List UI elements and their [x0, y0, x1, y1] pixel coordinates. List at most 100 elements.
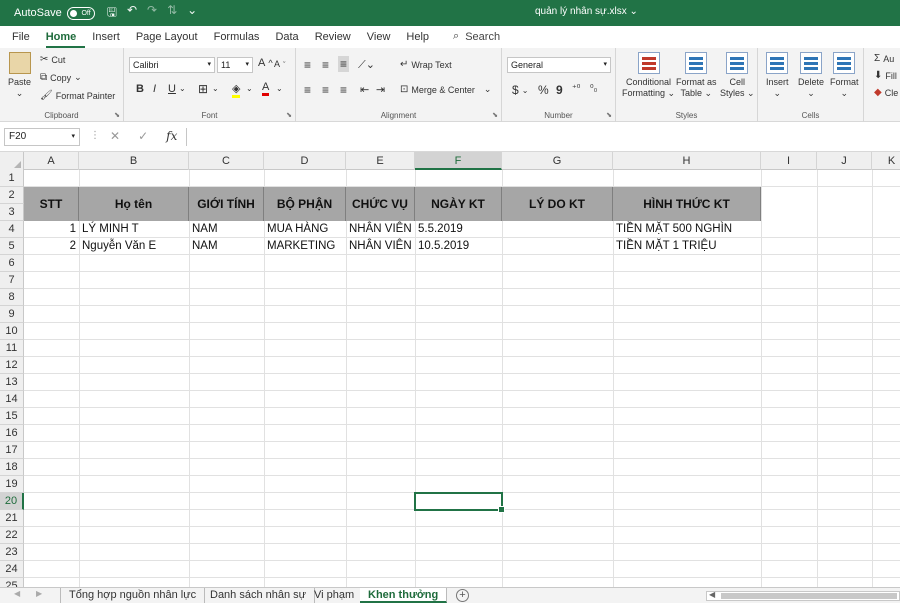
dialog-launcher-icon[interactable]: ⬊ [286, 111, 292, 119]
table-cell[interactable]: 2 [24, 238, 79, 255]
row-header-5[interactable]: 5 [0, 238, 24, 255]
row-header-10[interactable]: 10 [0, 323, 24, 340]
italic-button[interactable]: I [153, 83, 156, 95]
horizontal-scrollbar[interactable]: ◀ [706, 590, 900, 601]
format-as-table-button[interactable]: Format as Table ⌄ [676, 52, 717, 99]
table-cell[interactable]: TIỀN MẶT 500 NGHÌN [613, 221, 761, 238]
increase-decimal-icon[interactable]: ⁺⁰ [572, 83, 580, 94]
number-format-select[interactable]: General ▾ [507, 57, 611, 73]
column-header-j[interactable]: J [817, 152, 872, 170]
row-header-4[interactable]: 4 [0, 221, 24, 238]
row-header-17[interactable]: 17 [0, 442, 24, 459]
tab-page-layout[interactable]: Page Layout [136, 31, 207, 48]
font-size-select[interactable]: 11 ▾ [217, 57, 253, 73]
name-box[interactable]: F20 ▾ [4, 128, 80, 146]
table-cell[interactable]: 5.5.2019 [415, 221, 502, 238]
active-cell-f20[interactable] [414, 492, 505, 513]
row-header-25[interactable]: 25 [0, 578, 24, 587]
row-header-14[interactable]: 14 [0, 391, 24, 408]
tab-review[interactable]: Review [315, 31, 360, 48]
sort-icon[interactable]: ⇅ [167, 3, 177, 24]
header-cell-bo-phan[interactable]: BỘ PHẬN [264, 187, 346, 221]
wrap-text-button[interactable]: ↵ Wrap Text [400, 59, 452, 70]
format-cells-button[interactable]: Format ⌄ [830, 52, 859, 99]
row-header-18[interactable]: 18 [0, 459, 24, 476]
row-header-23[interactable]: 23 [0, 544, 24, 561]
tab-view[interactable]: View [367, 31, 400, 48]
align-bottom-icon[interactable]: ≡ [338, 56, 350, 72]
row-header-9[interactable]: 9 [0, 306, 24, 323]
font-color-icon[interactable]: A [262, 81, 270, 96]
borders-dropdown-icon[interactable]: ⌄ [212, 84, 219, 93]
table-cell[interactable]: NHÂN VIÊN [346, 221, 415, 238]
column-header-e[interactable]: E [346, 152, 415, 170]
header-cell-stt[interactable]: STT [24, 187, 79, 221]
table-cell[interactable]: MARKETING [264, 238, 346, 255]
column-header-d[interactable]: D [264, 152, 346, 170]
currency-button[interactable]: $ ⌄ [512, 83, 528, 97]
header-cell-ngay-kt[interactable]: NGÀY KT [415, 187, 502, 221]
column-header-a[interactable]: A [24, 152, 79, 170]
search-box[interactable]: ⌕ Search [453, 30, 500, 48]
row-header-13[interactable]: 13 [0, 374, 24, 391]
dialog-launcher-icon[interactable]: ⬊ [492, 111, 498, 119]
table-cell[interactable]: MUA HÀNG [264, 221, 346, 238]
delete-cells-button[interactable]: Delete ⌄ [798, 52, 824, 99]
fill-color-icon[interactable]: ◈ [232, 82, 241, 98]
table-cell[interactable]: 1 [24, 221, 79, 238]
row-header-11[interactable]: 11 [0, 340, 24, 357]
underline-dropdown-icon[interactable]: ⌄ [179, 84, 186, 93]
table-cell[interactable]: NHÂN VIÊN [346, 238, 415, 255]
undo-icon[interactable]: ↶ [127, 3, 137, 24]
align-middle-icon[interactable]: ≡ [322, 58, 329, 72]
table-cell[interactable]: 10.5.2019 [415, 238, 502, 255]
table-cell[interactable]: Nguyễn Văn E [79, 238, 189, 255]
decrease-indent-icon[interactable]: ⇤ [360, 83, 369, 96]
clear-button[interactable]: ◆ Cle [874, 87, 898, 98]
table-cell[interactable]: NAM [189, 221, 264, 238]
tab-file[interactable]: File [12, 31, 39, 48]
save-icon[interactable]: 🖫 [107, 3, 117, 24]
sheet-tab-vi-pham[interactable]: Vi phạm [306, 588, 364, 603]
font-color-dropdown-icon[interactable]: ⌄ [276, 84, 283, 93]
orientation-icon[interactable]: ⟋⌄ [358, 58, 375, 72]
row-header-21[interactable]: 21 [0, 510, 24, 527]
autosave-toggle[interactable]: Off [66, 6, 95, 20]
column-header-i[interactable]: I [761, 152, 817, 170]
redo-icon[interactable]: ↷ [147, 3, 157, 24]
header-cell-gioi-tinh[interactable]: GIỚI TÍNH [189, 187, 264, 221]
column-header-g[interactable]: G [502, 152, 613, 170]
fill-color-dropdown-icon[interactable]: ⌄ [246, 84, 253, 93]
format-painter-button[interactable]: 🖌 Format Painter [40, 90, 115, 101]
row-header-15[interactable]: 15 [0, 408, 24, 425]
fill-button[interactable]: ⬇ Fill [874, 70, 897, 81]
column-header-k[interactable]: K [872, 152, 900, 170]
formula-bar-splitter-icon[interactable]: ⋮ [90, 130, 100, 141]
conditional-formatting-button[interactable]: Conditional Formatting ⌄ [622, 52, 675, 99]
insert-function-icon[interactable]: fx [166, 129, 177, 143]
row-header-3[interactable]: 3 [0, 204, 24, 221]
align-left-icon[interactable]: ≡ [304, 83, 311, 97]
dialog-launcher-icon[interactable]: ⬊ [114, 111, 120, 119]
row-header-16[interactable]: 16 [0, 425, 24, 442]
autosum-button[interactable]: Σ Au [874, 53, 894, 64]
table-cell[interactable]: TIỀN MẶT 1 TRIỆU [613, 238, 761, 255]
increase-indent-icon[interactable]: ⇥ [376, 83, 385, 96]
table-cell[interactable] [502, 221, 613, 238]
header-cell-hinh-thuc-kt[interactable]: HÌNH THỨC KT [613, 187, 761, 221]
column-header-f[interactable]: F [415, 152, 502, 170]
cancel-entry-icon[interactable]: ✕ [110, 129, 120, 143]
borders-icon[interactable]: ⊞ [198, 82, 208, 96]
dialog-launcher-icon[interactable]: ⬊ [606, 111, 612, 119]
tab-data[interactable]: Data [275, 31, 307, 48]
select-all-button[interactable] [0, 152, 24, 170]
row-header-2[interactable]: 2 [0, 187, 24, 204]
sheet-tab-danh-sach[interactable]: Danh sách nhân sự [202, 588, 316, 603]
tab-help[interactable]: Help [406, 31, 438, 48]
paste-button[interactable]: Paste ⌄ [8, 52, 31, 99]
bold-button[interactable]: B [136, 83, 144, 95]
row-header-20[interactable]: 20 [0, 493, 24, 510]
header-cell-ho-ten[interactable]: Họ tên [79, 187, 189, 221]
scrollbar-thumb[interactable] [721, 593, 897, 599]
table-cell[interactable]: LÝ MINH T [79, 221, 189, 238]
